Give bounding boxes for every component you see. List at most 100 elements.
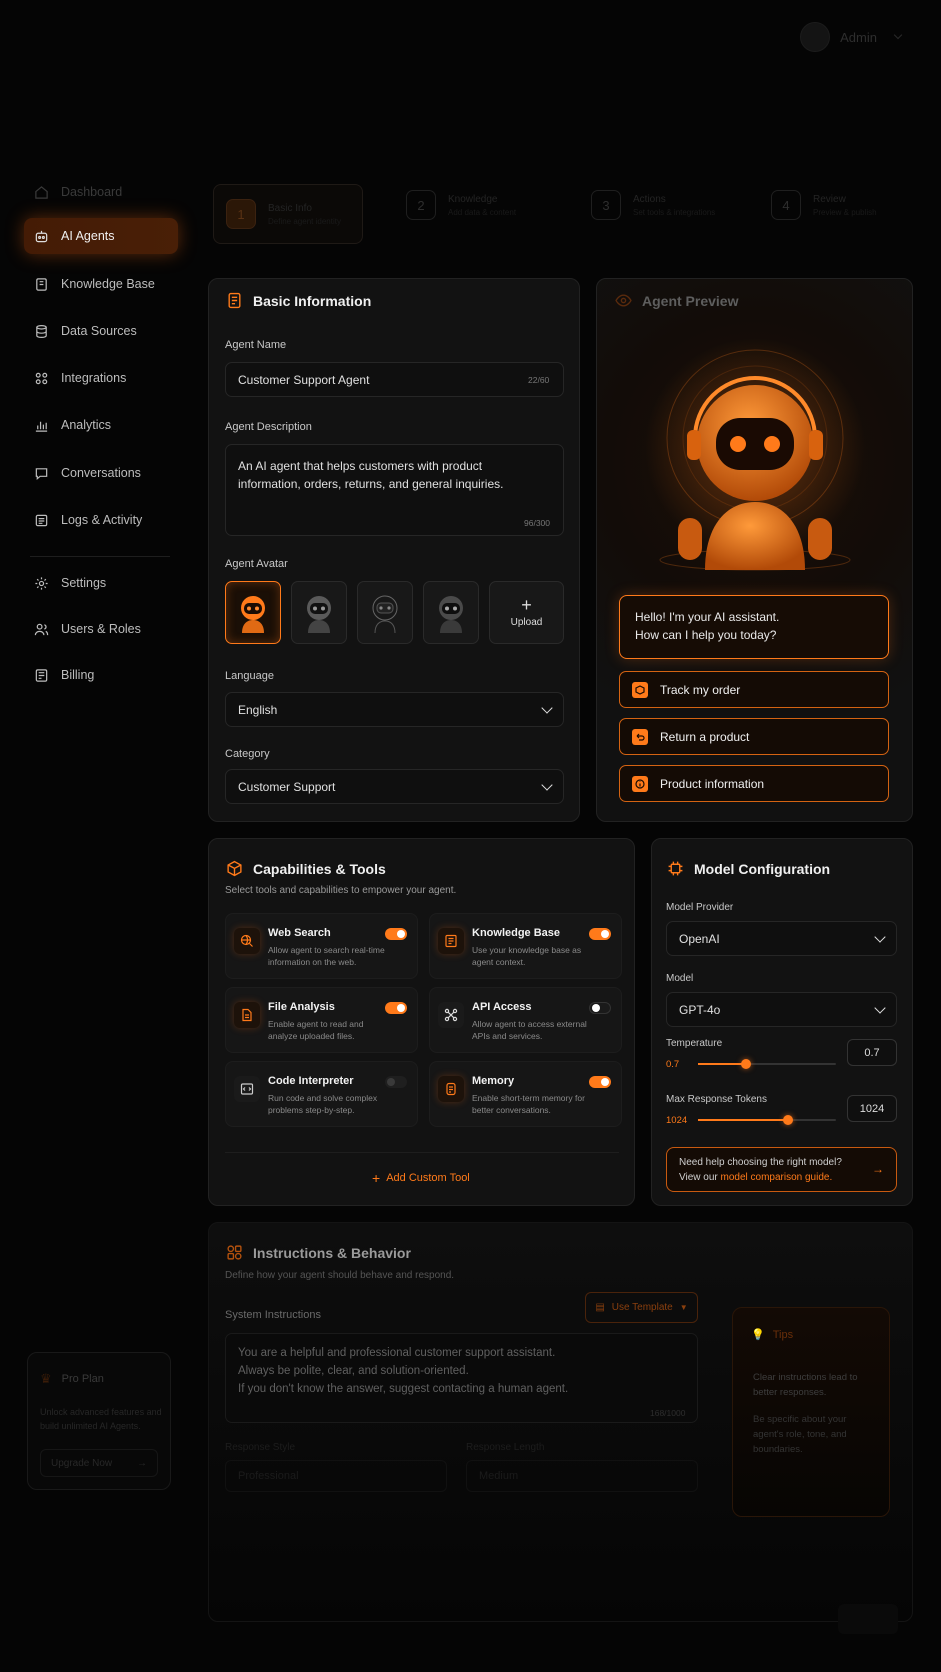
avatar-option-3[interactable] xyxy=(357,581,413,644)
agent-name-input[interactable]: Customer Support Agent xyxy=(225,362,564,397)
quick-action-product-info[interactable]: Product information xyxy=(619,765,889,802)
sidebar-item-data-sources[interactable]: Data Sources xyxy=(24,313,178,349)
billing-icon xyxy=(35,668,48,682)
temperature-input[interactable]: 0.7 xyxy=(847,1039,897,1066)
sidebar-item-label: Knowledge Base xyxy=(61,277,155,291)
grid-icon xyxy=(35,372,48,384)
temperature-slider-fill xyxy=(698,1063,747,1065)
sidebar-item-billing[interactable]: Billing xyxy=(24,657,178,693)
quick-action-track-order[interactable]: Track my order xyxy=(619,671,889,708)
capabilities-subtitle: Select tools and capabilities to empower… xyxy=(225,885,457,896)
system-instructions-textarea[interactable]: You are a helpful and professional custo… xyxy=(225,1333,698,1423)
model-comparison-link[interactable]: model comparison guide. xyxy=(721,1172,833,1183)
quick-action-label: Return a product xyxy=(660,729,750,744)
sidebar-item-knowledge-base[interactable]: Knowledge Base xyxy=(24,266,178,302)
web-search-toggle[interactable] xyxy=(385,928,407,940)
model-select[interactable]: GPT-4o xyxy=(666,992,897,1027)
agent-name-label: Agent Name xyxy=(225,339,287,351)
sidebar-item-conversations[interactable]: Conversations xyxy=(24,455,178,491)
sidebar-item-label: Settings xyxy=(61,576,107,590)
capability-code-interpreter[interactable]: Code Interpreter Run code and solve comp… xyxy=(225,1061,418,1127)
response-style-label: Response Style xyxy=(225,1442,296,1453)
capabilities-divider xyxy=(225,1152,619,1153)
gear-icon xyxy=(35,576,48,590)
robot-avatar-icon xyxy=(307,595,331,633)
pro-plan-title-text: Pro Plan xyxy=(61,1373,104,1385)
next-step-button[interactable] xyxy=(838,1604,898,1634)
avatar-option-4[interactable] xyxy=(423,581,479,644)
sidebar-item-label: Dashboard xyxy=(61,185,123,199)
chevron-down-icon xyxy=(874,930,886,943)
step-2[interactable]: 2 Knowledge Add data & content xyxy=(406,190,516,220)
avatar-option-2[interactable] xyxy=(291,581,347,644)
sidebar-item-label: Conversations xyxy=(61,466,141,480)
sidebar-item-logs[interactable]: Logs & Activity xyxy=(24,502,178,538)
use-template-button[interactable]: ▤ Use Template ▼ xyxy=(585,1292,698,1323)
temperature-slider[interactable] xyxy=(698,1059,836,1069)
sidebar-item-integrations[interactable]: Integrations xyxy=(24,360,178,396)
step-1[interactable]: 1 Basic Info Define agent identity xyxy=(213,184,363,244)
quick-action-return-product[interactable]: Return a product xyxy=(619,718,889,755)
knowledge-base-toggle[interactable] xyxy=(589,928,611,940)
max-tokens-slider-knob[interactable] xyxy=(782,1115,793,1125)
model-provider-select[interactable]: OpenAI xyxy=(666,921,897,956)
tip-1: Clear instructions lead to better respon… xyxy=(753,1372,858,1398)
capability-memory[interactable]: Memory Enable short-term memory for bett… xyxy=(429,1061,622,1127)
capabilities-title: Capabilities & Tools xyxy=(226,860,386,877)
step-3[interactable]: 3 Actions Set tools & integrations xyxy=(591,190,715,220)
upgrade-button[interactable]: Upgrade Now → xyxy=(40,1449,158,1477)
document-icon xyxy=(228,292,241,309)
capability-title: Memory xyxy=(472,1075,515,1087)
add-custom-tool-button[interactable]: + Add Custom Tool xyxy=(372,1170,470,1186)
language-select[interactable]: English xyxy=(225,692,564,727)
step-number: 3 xyxy=(591,190,621,220)
capability-desc: Allow agent to search real-time informat… xyxy=(268,945,385,967)
api-access-toggle[interactable] xyxy=(589,1002,611,1014)
crown-icon: ♛ xyxy=(40,1371,52,1386)
api-nodes-icon xyxy=(438,1002,464,1028)
capability-file-analysis[interactable]: File Analysis Enable agent to read and a… xyxy=(225,987,418,1053)
capabilities-title-text: Capabilities & Tools xyxy=(253,860,386,877)
book-icon xyxy=(36,277,47,291)
code-interpreter-toggle[interactable] xyxy=(385,1076,407,1088)
chevron-down-icon xyxy=(541,701,553,714)
response-style-select[interactable]: Professional xyxy=(225,1460,447,1492)
upload-avatar-button[interactable]: + Upload xyxy=(489,581,564,644)
avatar-option-1[interactable] xyxy=(225,581,281,644)
agent-robot-illustration xyxy=(645,338,865,571)
tips-title-text: Tips xyxy=(772,1328,794,1341)
sidebar-item-users-roles[interactable]: Users & Roles xyxy=(24,611,178,647)
step-subtitle: Add data & content xyxy=(448,207,517,217)
chevron-down-icon xyxy=(874,1001,886,1014)
capability-title: Web Search xyxy=(268,927,331,939)
max-tokens-slider[interactable] xyxy=(698,1115,836,1125)
category-select[interactable]: Customer Support xyxy=(225,769,564,804)
sidebar-item-settings[interactable]: Settings xyxy=(24,565,178,601)
pro-plan-card: ♛ Pro Plan Unlock advanced features and … xyxy=(27,1352,171,1490)
sidebar-item-analytics[interactable]: Analytics xyxy=(24,407,178,443)
step-title: Basic Info xyxy=(268,202,312,214)
memory-toggle[interactable] xyxy=(589,1076,611,1088)
agent-name-counter: 22/60 xyxy=(528,375,550,385)
capability-web-search[interactable]: Web Search Allow agent to search real-ti… xyxy=(225,913,418,979)
response-length-select[interactable]: Medium xyxy=(466,1460,698,1492)
step-4[interactable]: 4 Review Preview & publish xyxy=(771,190,877,220)
max-tokens-input[interactable]: 1024 xyxy=(847,1095,897,1122)
model-provider-value: OpenAI xyxy=(679,931,720,946)
model-config-title: Model Configuration xyxy=(667,860,830,877)
user-menu[interactable]: Admin xyxy=(800,22,903,52)
sidebar-item-dashboard[interactable]: Dashboard xyxy=(24,174,178,210)
capability-api-access[interactable]: API Access Allow agent to access externa… xyxy=(429,987,622,1053)
file-analysis-toggle[interactable] xyxy=(385,1002,407,1014)
response-length-label: Response Length xyxy=(466,1442,545,1453)
help-line-2: View our model comparison guide. xyxy=(679,1170,884,1185)
chip-icon xyxy=(668,861,683,876)
model-label: Model xyxy=(666,973,694,984)
agent-description-textarea[interactable]: An AI agent that helps customers with pr… xyxy=(225,444,564,536)
model-help-box[interactable]: Need help choosing the right model? View… xyxy=(666,1147,897,1192)
category-value: Customer Support xyxy=(238,779,336,794)
info-icon xyxy=(632,775,648,792)
capability-knowledge-base[interactable]: Knowledge Base Use your knowledge base a… xyxy=(429,913,622,979)
sidebar-item-ai-agents[interactable]: AI Agents xyxy=(24,218,178,254)
lightbulb-icon: 💡 xyxy=(751,1329,765,1341)
